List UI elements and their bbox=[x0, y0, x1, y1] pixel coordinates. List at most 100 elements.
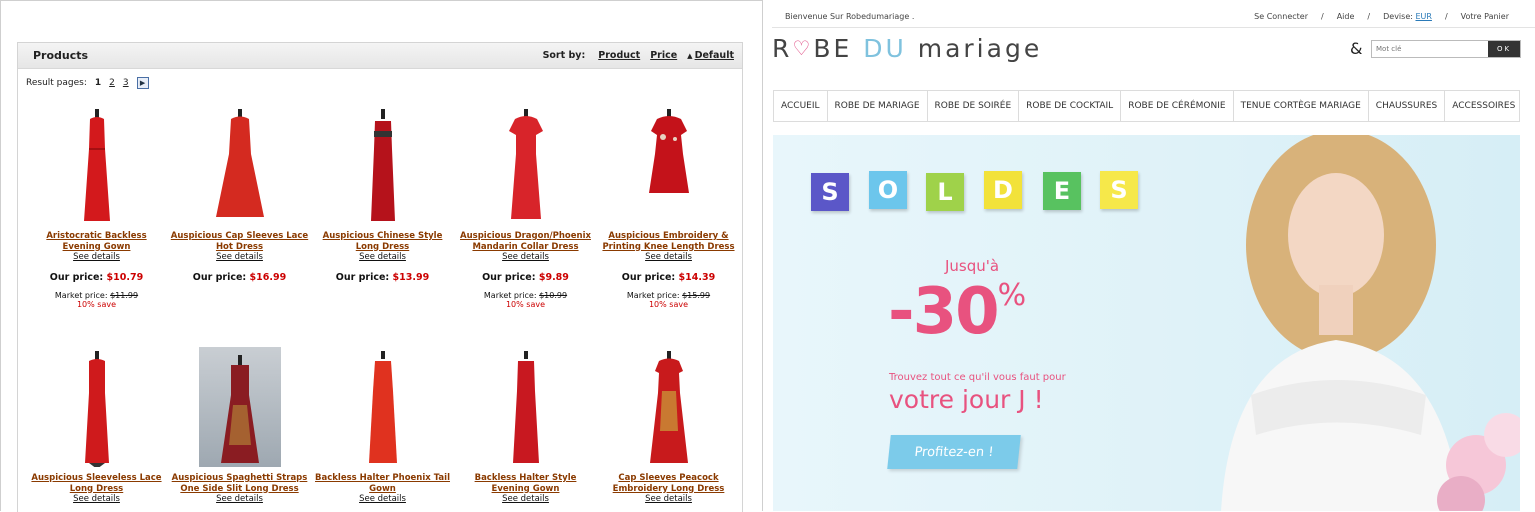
percent-sign: % bbox=[997, 278, 1026, 313]
nav-item-tenue-cortege[interactable]: TENUE CORTÈGE MARIAGE bbox=[1234, 91, 1369, 121]
product-name-link[interactable]: Auspicious Chinese Style Long Dress bbox=[311, 231, 454, 252]
product-image[interactable] bbox=[597, 349, 740, 467]
nav-item-robe-de-soiree[interactable]: ROBE DE SOIRÉE bbox=[928, 91, 1020, 121]
red-dress-icon bbox=[508, 109, 543, 219]
our-price-label: Our price: bbox=[192, 272, 247, 283]
product-name-link[interactable]: Backless Halter Style Evening Gown bbox=[454, 473, 597, 494]
our-price-value: $13.99 bbox=[392, 272, 430, 283]
top-links: Se Connecter / Aide / Devise: EUR / Votr… bbox=[1254, 12, 1509, 21]
help-link[interactable]: Aide bbox=[1337, 12, 1355, 21]
product-image[interactable] bbox=[25, 107, 168, 225]
product-name-link[interactable]: Aristocratic Backless Evening Gown bbox=[25, 231, 168, 252]
product-card: Auspicious Dragon/Phoenix Mandarin Colla… bbox=[454, 107, 597, 309]
product-card: Auspicious Chinese Style Long Dress See … bbox=[311, 107, 454, 283]
product-image[interactable] bbox=[311, 107, 454, 225]
save-badge: 10% save bbox=[505, 300, 546, 309]
product-image[interactable] bbox=[25, 349, 168, 467]
heart-icon: ♡ bbox=[792, 36, 814, 60]
see-details-link[interactable]: See details bbox=[168, 494, 311, 504]
currency-link[interactable]: EUR bbox=[1415, 12, 1431, 21]
page-1: 1 bbox=[94, 78, 102, 88]
see-details-link[interactable]: See details bbox=[454, 494, 597, 504]
main-nav: ACCUEIL ROBE DE MARIAGE ROBE DE SOIRÉE R… bbox=[773, 90, 1520, 122]
soldes-letter: O bbox=[877, 176, 899, 204]
nav-item-robe-de-cocktail[interactable]: ROBE DE COCKTAIL bbox=[1019, 91, 1122, 121]
product-image[interactable] bbox=[454, 349, 597, 467]
product-name-link[interactable]: Auspicious Sleeveless Lace Long Dress bbox=[25, 473, 168, 494]
soldes-tile: S bbox=[811, 173, 849, 211]
product-name-link[interactable]: Auspicious Dragon/Phoenix Mandarin Colla… bbox=[454, 231, 597, 252]
separator: / bbox=[1321, 12, 1324, 21]
sort-product-link[interactable]: Product bbox=[598, 50, 640, 61]
panel-title: Products bbox=[33, 49, 89, 62]
nav-item-accessoires[interactable]: ACCESSOIRES bbox=[1445, 91, 1522, 121]
product-name-link[interactable]: Auspicious Embroidery & Printing Knee Le… bbox=[597, 231, 740, 252]
market-price-value: $10.99 bbox=[539, 291, 568, 300]
search-button[interactable]: OK bbox=[1488, 41, 1520, 57]
discount-value: -30 bbox=[888, 275, 1000, 349]
separator: / bbox=[1367, 12, 1371, 21]
save-badge: 10% save bbox=[76, 300, 117, 309]
product-name-link[interactable]: Backless Halter Phoenix Tail Gown bbox=[311, 473, 454, 494]
cart-link[interactable]: Votre Panier bbox=[1461, 12, 1509, 21]
product-name-link[interactable]: Auspicious Spaghetti Straps One Side Sli… bbox=[168, 473, 311, 494]
sale-banner[interactable]: S O L D E S Jusqu'à -30% Trouvez tout ce… bbox=[773, 135, 1520, 511]
our-price-value: $16.99 bbox=[249, 272, 287, 283]
top-bar: Bienvenue Sur Robedumariage . Se Connect… bbox=[772, 0, 1535, 28]
nav-item-robe-de-mariage[interactable]: ROBE DE MARIAGE bbox=[828, 91, 928, 121]
product-image[interactable] bbox=[168, 347, 311, 467]
logo-du: DU bbox=[863, 34, 907, 63]
login-link[interactable]: Se Connecter bbox=[1254, 12, 1308, 21]
see-details-link[interactable]: See details bbox=[25, 252, 168, 262]
market-price-label: Market price: bbox=[54, 291, 108, 300]
nav-item-chaussures[interactable]: CHAUSSURES bbox=[1369, 91, 1446, 121]
sort-default-link[interactable]: Default bbox=[695, 50, 734, 61]
product-image[interactable] bbox=[168, 107, 311, 225]
product-image[interactable] bbox=[597, 107, 740, 225]
market-price-label: Market price: bbox=[626, 291, 680, 300]
red-dress-icon bbox=[220, 355, 259, 463]
see-details-link[interactable]: See details bbox=[168, 252, 311, 262]
nav-item-accueil[interactable]: ACCUEIL bbox=[774, 91, 828, 121]
see-details-link[interactable]: See details bbox=[311, 494, 454, 504]
market-price-value: $11.99 bbox=[110, 291, 139, 300]
red-dress-icon bbox=[83, 109, 110, 221]
sort-label: Sort by: bbox=[542, 50, 586, 61]
our-price-value: $9.89 bbox=[538, 272, 569, 283]
page-3-link[interactable]: 3 bbox=[123, 78, 129, 88]
red-dress-icon bbox=[512, 351, 539, 463]
product-card: Aristocratic Backless Evening Gown See d… bbox=[25, 107, 168, 309]
nav-item-robe-de-ceremonie[interactable]: ROBE DE CÉRÉMONIE bbox=[1121, 91, 1234, 121]
page-2-link[interactable]: 2 bbox=[109, 78, 115, 88]
search-box: OK bbox=[1371, 40, 1521, 58]
sort-bar: Sort by: Product Price ▲ Default bbox=[543, 50, 742, 61]
product-image[interactable] bbox=[311, 349, 454, 467]
sort-default-group[interactable]: ▲ Default bbox=[687, 50, 734, 61]
see-details-link[interactable]: See details bbox=[454, 252, 597, 262]
red-dress-icon bbox=[368, 351, 397, 463]
our-price: Our price: $16.99 bbox=[168, 272, 311, 283]
see-details-link[interactable]: See details bbox=[597, 494, 740, 504]
our-price-label: Our price: bbox=[335, 272, 390, 283]
product-name-link[interactable]: Cap Sleeves Peacock Embroidery Long Dres… bbox=[597, 473, 740, 494]
see-details-link[interactable]: See details bbox=[597, 252, 740, 262]
next-page-icon[interactable]: ▶ bbox=[136, 77, 149, 89]
profitez-label: Profitez-en ! bbox=[913, 444, 995, 460]
profitez-button[interactable]: Profitez-en ! bbox=[887, 435, 1021, 469]
currency-label-text: Devise: bbox=[1383, 12, 1413, 21]
search-input[interactable] bbox=[1372, 41, 1488, 57]
product-card: Auspicious Spaghetti Straps One Side Sli… bbox=[168, 347, 311, 504]
product-card: Backless Halter Style Evening Gown See d… bbox=[454, 349, 597, 504]
soldes-tile: S bbox=[1100, 171, 1138, 209]
market-price-label: Market price: bbox=[483, 291, 537, 300]
product-name-link[interactable]: Auspicious Cap Sleeves Lace Hot Dress bbox=[168, 231, 311, 252]
product-image[interactable] bbox=[454, 107, 597, 225]
bride-photo bbox=[1221, 135, 1520, 511]
our-price-label: Our price: bbox=[482, 272, 536, 283]
red-dress-icon bbox=[215, 109, 264, 217]
sort-price-link[interactable]: Price bbox=[650, 50, 677, 61]
see-details-link[interactable]: See details bbox=[311, 252, 454, 262]
see-details-link[interactable]: See details bbox=[25, 494, 168, 504]
site-logo[interactable]: R♡BE DU mariage bbox=[772, 34, 1042, 63]
our-price: Our price: $14.39 bbox=[597, 272, 740, 283]
